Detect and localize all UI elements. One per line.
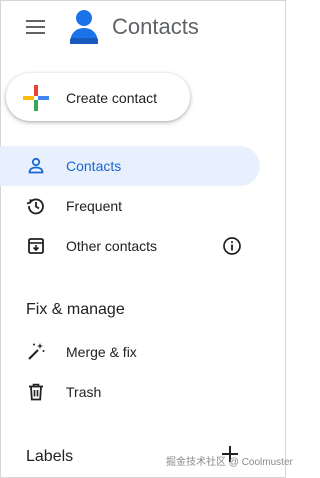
nav-contacts-label: Contacts [66, 158, 122, 174]
nav-item-other-contacts[interactable]: Other contacts [0, 226, 260, 266]
create-contact-label: Create contact [66, 90, 158, 106]
labels-heading: Labels [26, 448, 74, 465]
nav-item-merge-fix[interactable]: Merge & fix [0, 332, 260, 372]
contacts-logo-icon [70, 10, 98, 44]
nav-item-trash[interactable]: Trash [0, 372, 260, 412]
nav-other-contacts-label: Other contacts [66, 238, 158, 254]
nav-item-frequent[interactable]: Frequent [0, 186, 260, 226]
history-icon [26, 198, 44, 215]
info-icon[interactable] [222, 236, 242, 256]
nav-trash-label: Trash [66, 384, 102, 400]
watermark: 掘金技术社区 @ Coolmuster [166, 457, 293, 468]
create-contact-button[interactable]: Create contact [6, 73, 190, 121]
multicolor-plus-icon [23, 85, 49, 111]
nav-item-contacts[interactable]: Contacts [0, 146, 260, 186]
hamburger-menu-icon [26, 20, 45, 34]
app-title: Contacts [112, 14, 199, 39]
magic-wand-icon [28, 343, 45, 360]
nav-frequent-label: Frequent [66, 198, 123, 214]
main-menu-button[interactable] [16, 11, 56, 43]
trash-icon [29, 383, 43, 401]
nav-merge-fix-label: Merge & fix [66, 344, 137, 360]
archive-download-icon [28, 238, 44, 254]
fix-manage-heading: Fix & manage [26, 301, 125, 318]
person-icon [28, 157, 44, 174]
